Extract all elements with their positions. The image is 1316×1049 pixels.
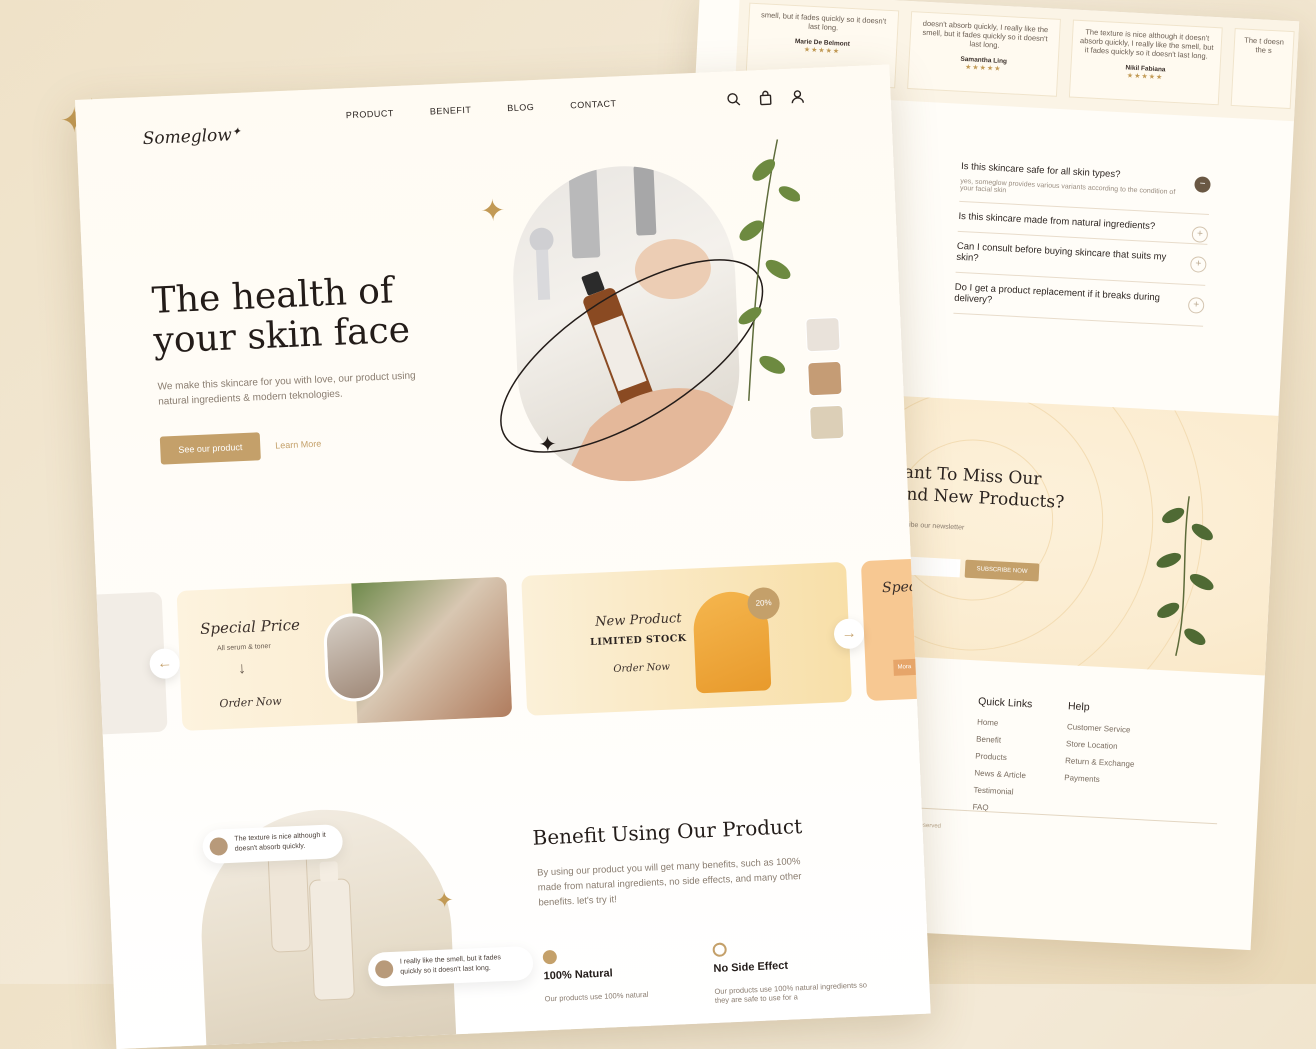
search-icon[interactable] (725, 91, 742, 108)
arrow-left-icon[interactable]: ← (149, 647, 181, 680)
arrow-right-icon[interactable]: → (833, 618, 865, 650)
learn-more-link[interactable]: Learn More (275, 430, 322, 460)
nav-blog[interactable]: BLOG (507, 102, 534, 113)
testimonial-card: The t doesn the s (1230, 28, 1295, 110)
benefit-title: Benefit Using Our Product (532, 813, 803, 850)
footer-link-payments[interactable]: Payments (1064, 773, 1134, 786)
plus-icon[interactable]: + (1187, 296, 1205, 314)
nav-contact[interactable]: CONTACT (570, 98, 617, 110)
svg-text:✦: ✦ (538, 431, 558, 457)
faq-question: Is this skincare made from natural ingre… (958, 210, 1156, 233)
footer-link-return[interactable]: Return & Exchange (1065, 756, 1135, 769)
eucalyptus-leaf-decoration (738, 139, 801, 401)
leaf-icon (542, 949, 558, 965)
review-bubble: I really like the smell, but it fades qu… (367, 945, 534, 988)
avatar (209, 837, 229, 856)
footer-link-products[interactable]: Products (975, 751, 1030, 763)
sparkle-icon: ✦ (434, 887, 455, 914)
minus-icon[interactable]: − (1194, 176, 1211, 193)
review-bubble: The texture is nice although it doesn't … (201, 824, 344, 865)
promo-title: Special Price (199, 615, 301, 639)
promo-card-special-price[interactable]: Special Price All serum & toner ↓ Order … (176, 576, 513, 731)
bag-icon[interactable] (757, 90, 774, 107)
footer-link-benefit[interactable]: Benefit (976, 734, 1031, 746)
discount-badge: 20% (746, 586, 781, 621)
plus-icon[interactable]: + (1191, 226, 1209, 243)
no-side-effect-icon (712, 942, 727, 957)
front-page: Someglow✦ PRODUCT BENEFIT BLOG CONTACT T… (75, 64, 931, 1049)
promo-title: Spec (881, 578, 918, 597)
promo-title: New Product (594, 611, 682, 630)
sparkle-icon: ✦ (231, 124, 242, 139)
promo-cta[interactable]: Order Now (613, 662, 670, 675)
nav-benefit[interactable]: BENEFIT (430, 105, 472, 117)
thumbnail[interactable] (807, 360, 843, 397)
promo-subtitle: LIMITED STOCK (589, 632, 687, 649)
faq-list: Is this skincare safe for all skin types… (953, 151, 1212, 327)
benefit-subtitle: By using our product you will get many b… (536, 856, 802, 909)
promo-cta[interactable]: Order Now (219, 695, 282, 711)
thumbnail[interactable] (805, 316, 841, 353)
avatar (374, 959, 394, 979)
faq-question: Can I consult before buying skincare tha… (956, 240, 1167, 264)
footer-quick-links: Quick Links Home Benefit Products News &… (972, 696, 1032, 823)
promo-card-new-product[interactable]: New Product LIMITED STOCK Order Now 20% (521, 561, 852, 716)
footer-link-customer-service[interactable]: Customer Service (1067, 722, 1137, 735)
testimonial-card: The texture is nice although it doesn't … (1068, 19, 1223, 106)
footer-help: Help Customer Service Store Location Ret… (1064, 700, 1137, 786)
arrow-down-icon: ↓ (237, 660, 247, 678)
see-product-button[interactable]: See our product (159, 432, 261, 465)
header-icons (725, 88, 806, 107)
sparkle-icon: ✦ (479, 194, 507, 229)
footer-link-home[interactable]: Home (977, 718, 1032, 730)
thumbnail[interactable] (809, 404, 845, 441)
feature-no-side-effect: No Side Effect Our products use 100% nat… (712, 936, 875, 1005)
faq-question: Do I get a product replacement if it bre… (953, 281, 1161, 306)
testimonial-card: doesn't absorb quickly, I really like th… (907, 11, 1061, 97)
footer-link-news[interactable]: News & Article (974, 768, 1029, 780)
hero-subtitle: We make this skincare for you with love,… (157, 370, 416, 408)
nav-product[interactable]: PRODUCT (346, 108, 394, 120)
hero-title: The health of your skin face (150, 270, 411, 362)
subscribe-button[interactable]: SUBSCRIBE NOW (964, 559, 1040, 582)
promo-oval-photo (322, 612, 385, 703)
plus-icon[interactable]: + (1189, 256, 1207, 273)
leaf-branch-decoration (1156, 496, 1214, 656)
user-icon[interactable] (789, 88, 806, 105)
footer-link-store-location[interactable]: Store Location (1066, 739, 1136, 752)
logo[interactable]: Someglow✦ (142, 125, 241, 149)
footer-link-testimonial[interactable]: Testimonial (973, 785, 1028, 797)
promo-subtitle: All serum & toner (216, 642, 271, 653)
image-thumbnails (805, 316, 845, 441)
main-nav: PRODUCT BENEFIT BLOG CONTACT (346, 98, 617, 120)
feature-natural: 100% Natural Our products use 100% natur… (542, 944, 685, 1003)
